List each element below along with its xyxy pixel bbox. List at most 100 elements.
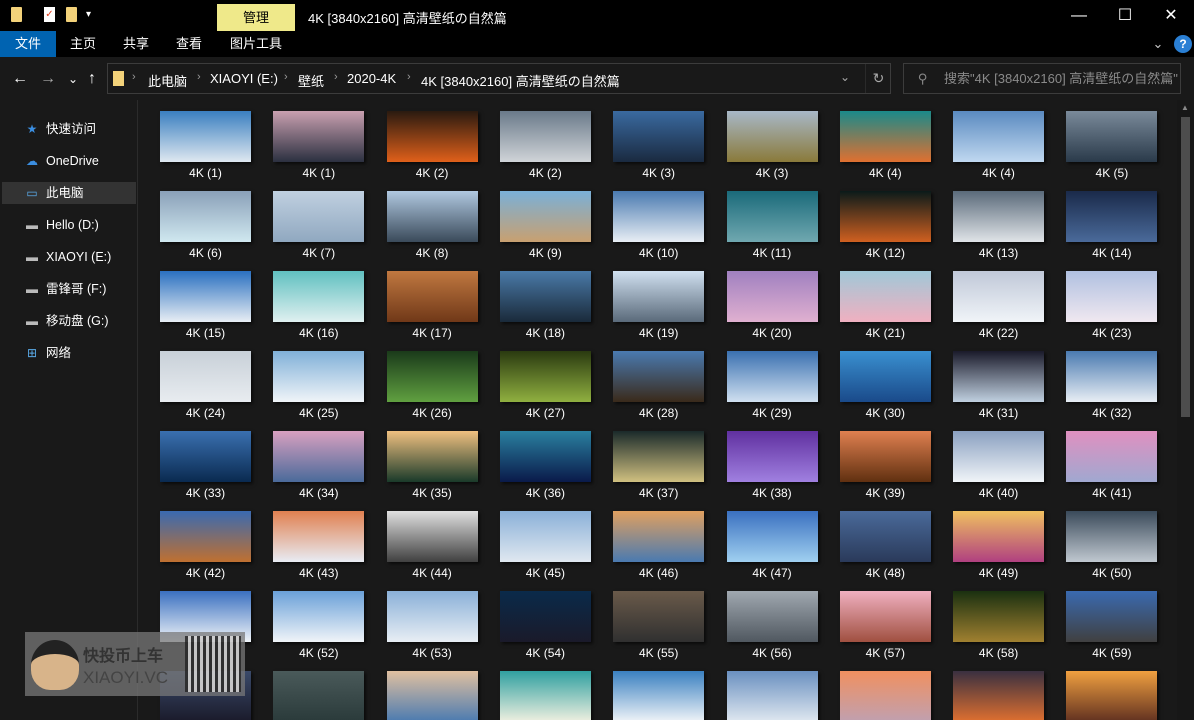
up-button[interactable]: ↑ — [88, 70, 96, 88]
file-item[interactable]: 4K (11) — [706, 180, 819, 260]
file-item[interactable] — [592, 660, 705, 720]
file-item[interactable]: 4K (24) — [139, 340, 252, 420]
file-item[interactable]: 4K (34) — [252, 420, 365, 500]
address-bar[interactable]: › 此电脑 › XIAOYI (E:) › 壁纸 › 2020-4K › 4K … — [107, 63, 891, 94]
vertical-scrollbar[interactable]: ▲ — [1177, 100, 1194, 720]
file-item[interactable]: 4K (33) — [139, 420, 252, 500]
refresh-button[interactable]: ↻ — [865, 64, 891, 93]
file-item[interactable] — [932, 660, 1045, 720]
collapse-ribbon-icon[interactable]: ⌄ — [1150, 31, 1166, 57]
file-item[interactable] — [252, 660, 365, 720]
file-item[interactable]: 4K (55) — [592, 580, 705, 660]
scroll-up-arrow[interactable]: ▲ — [1181, 103, 1189, 112]
file-item[interactable]: 4K (21) — [819, 260, 932, 340]
file-item[interactable]: 4K (46) — [592, 500, 705, 580]
file-item[interactable]: 4K (4) — [819, 100, 932, 180]
file-item[interactable]: 4K (3) — [592, 100, 705, 180]
file-item[interactable] — [479, 660, 592, 720]
file-item[interactable]: 4K (2) — [366, 100, 479, 180]
customize-chevron-icon[interactable]: ▾ — [86, 9, 91, 25]
tab-picture-tools[interactable]: 图片工具 — [217, 31, 295, 57]
file-item[interactable]: 4K (44) — [366, 500, 479, 580]
file-item[interactable]: 4K (23) — [1045, 260, 1158, 340]
file-item[interactable]: 4K (28) — [592, 340, 705, 420]
file-item[interactable]: 4K (31) — [932, 340, 1045, 420]
file-item[interactable]: 4K (8) — [366, 180, 479, 260]
scrollbar-thumb[interactable] — [1181, 117, 1190, 417]
file-item[interactable]: 4K (30) — [819, 340, 932, 420]
file-item[interactable]: 4K (18) — [479, 260, 592, 340]
file-item[interactable]: 4K (37) — [592, 420, 705, 500]
close-button[interactable]: ✕ — [1148, 0, 1194, 31]
file-item[interactable]: 4K (47) — [706, 500, 819, 580]
file-item[interactable]: 4K (43) — [252, 500, 365, 580]
search-input[interactable]: ⚲ 搜索"4K [3840x2160] 高清壁纸の自然篇" — [903, 63, 1181, 94]
file-item[interactable]: 4K (54) — [479, 580, 592, 660]
folder-icon[interactable] — [11, 7, 22, 22]
sidebar-item[interactable]: ▬ XIAOYI (E:) — [2, 246, 136, 268]
file-item[interactable]: 4K (56) — [706, 580, 819, 660]
file-item[interactable]: 4K (41) — [1045, 420, 1158, 500]
help-icon[interactable]: ? — [1174, 35, 1192, 53]
file-item[interactable]: 4K (16) — [252, 260, 365, 340]
recent-locations-button[interactable]: ⌄ — [68, 72, 78, 86]
file-item[interactable]: 4K (9) — [479, 180, 592, 260]
back-button[interactable]: ← — [12, 70, 28, 88]
tab-file[interactable]: 文件 — [0, 31, 56, 57]
maximize-button[interactable]: ☐ — [1102, 0, 1148, 31]
sidebar-item[interactable]: ▬ 雷锋哥 (F:) — [2, 278, 136, 300]
file-item[interactable]: 4K (52) — [252, 580, 365, 660]
file-item[interactable]: 4K (14) — [1045, 180, 1158, 260]
file-item[interactable]: 4K (12) — [819, 180, 932, 260]
tab-share[interactable]: 共享 — [110, 31, 162, 57]
file-item[interactable] — [1045, 660, 1158, 720]
file-item[interactable]: 4K (32) — [1045, 340, 1158, 420]
file-item[interactable]: 4K (36) — [479, 420, 592, 500]
file-item[interactable]: 4K (38) — [706, 420, 819, 500]
file-item[interactable]: 4K (53) — [366, 580, 479, 660]
breadcrumb-this-pc[interactable]: 此电脑 — [148, 71, 187, 90]
file-item[interactable]: 4K (3) — [706, 100, 819, 180]
file-item[interactable]: 4K (48) — [819, 500, 932, 580]
forward-button[interactable]: → — [40, 70, 56, 88]
breadcrumb-wallpaper[interactable]: 壁纸 — [298, 71, 324, 90]
file-item[interactable]: 4K (20) — [706, 260, 819, 340]
file-item[interactable] — [706, 660, 819, 720]
sidebar-item[interactable]: ▭ 此电脑 — [2, 182, 136, 204]
tab-manage[interactable]: 管理 — [217, 4, 295, 31]
minimize-button[interactable]: — — [1056, 0, 1102, 31]
file-item[interactable]: 4K (58) — [932, 580, 1045, 660]
file-item[interactable]: 4K (1) — [139, 100, 252, 180]
sidebar-item[interactable]: ☁ OneDrive — [2, 150, 136, 172]
file-item[interactable]: 4K (4) — [932, 100, 1045, 180]
file-item[interactable]: 4K (57) — [819, 580, 932, 660]
address-dropdown-icon[interactable]: ⌄ — [840, 70, 850, 84]
file-item[interactable]: 4K (49) — [932, 500, 1045, 580]
sidebar-item[interactable]: ★ 快速访问 — [2, 118, 136, 140]
file-item[interactable]: 4K (35) — [366, 420, 479, 500]
file-item[interactable]: 4K (25) — [252, 340, 365, 420]
file-item[interactable]: 4K (50) — [1045, 500, 1158, 580]
file-item[interactable]: 4K (45) — [479, 500, 592, 580]
breadcrumb-2020-4k[interactable]: 2020-4K — [347, 71, 396, 86]
properties-icon[interactable]: ✓ — [44, 7, 55, 22]
file-item[interactable] — [366, 660, 479, 720]
file-item[interactable]: 4K (7) — [252, 180, 365, 260]
sidebar-item[interactable]: ▬ Hello (D:) — [2, 214, 136, 236]
new-folder-icon[interactable] — [66, 7, 77, 22]
file-item[interactable]: 4K (42) — [139, 500, 252, 580]
file-item[interactable] — [819, 660, 932, 720]
sidebar-item[interactable]: ▬ 移动盘 (G:) — [2, 310, 136, 332]
file-item[interactable]: 4K (27) — [479, 340, 592, 420]
file-item[interactable]: 4K (2) — [479, 100, 592, 180]
file-item[interactable]: 4K (40) — [932, 420, 1045, 500]
file-item[interactable]: 4K (22) — [932, 260, 1045, 340]
file-item[interactable]: 4K (13) — [932, 180, 1045, 260]
tab-home[interactable]: 主页 — [56, 31, 110, 57]
file-item[interactable]: 4K (15) — [139, 260, 252, 340]
file-item[interactable]: 4K (39) — [819, 420, 932, 500]
breadcrumb-current-folder[interactable]: 4K [3840x2160] 高清壁纸の自然篇 — [421, 71, 620, 90]
file-item[interactable]: 4K (10) — [592, 180, 705, 260]
file-item[interactable]: 4K (29) — [706, 340, 819, 420]
file-item[interactable]: 4K (59) — [1045, 580, 1158, 660]
